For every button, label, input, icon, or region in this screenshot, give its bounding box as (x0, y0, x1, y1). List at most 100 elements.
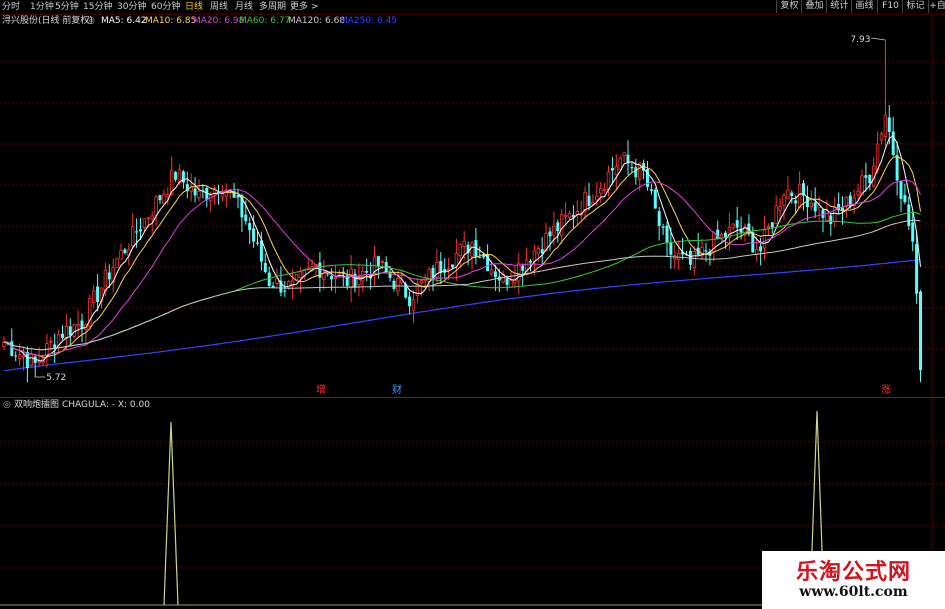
candle-body-up (197, 191, 201, 199)
candle-body-down (770, 222, 774, 228)
period-tab[interactable]: 1分钟 (30, 0, 54, 14)
candle-body-down (482, 254, 486, 258)
candle-body-up (119, 250, 123, 260)
period-tab[interactable]: 多周期 (259, 0, 286, 14)
candle-body-up (766, 226, 771, 229)
candle-body-up (614, 166, 618, 176)
indicator-spike (163, 421, 179, 606)
candle-body-up (591, 202, 595, 205)
candle-body-down (790, 192, 794, 196)
candle-body-up (778, 206, 782, 211)
candle-body-up (92, 290, 96, 304)
period-tab[interactable]: 日线 (185, 0, 203, 14)
candle-body-up (72, 324, 76, 337)
candle-body-down (521, 265, 525, 271)
candlestick-chart[interactable]: 7.93 5.72 增 财 涨 (0, 14, 945, 397)
period-toolbar: 分时 1分钟 5分钟 15分钟 30分钟 60分钟 日线 周线 月线 多周期 更多 > 复权 叠加 统计 画线… (0, 0, 945, 15)
candle-body-up (567, 212, 572, 218)
candle-body-up (532, 250, 537, 262)
candle-body-up (595, 195, 599, 201)
candle-body-down (107, 272, 111, 280)
candle-body-down (864, 175, 868, 178)
event-marker[interactable]: 增 (316, 383, 326, 396)
candle-body-down (653, 189, 657, 209)
candle-body-down (14, 355, 18, 357)
candle-body-down (759, 246, 763, 252)
candle-body-up (2, 341, 6, 348)
toolbar-button[interactable]: 画线 (851, 0, 877, 13)
candle-body-up (489, 269, 494, 275)
candle-body-up (150, 215, 154, 220)
candle-body-down (661, 226, 665, 228)
toolbar-button[interactable]: F10 (877, 0, 903, 13)
period-tab[interactable]: 更多 (290, 0, 308, 14)
more-arrow-icon[interactable]: > (311, 0, 319, 14)
candle-body-down (267, 272, 271, 286)
candle-body-up (21, 355, 26, 358)
candle-body-down (353, 273, 357, 288)
event-marker[interactable]: 涨 (881, 384, 891, 396)
period-tab[interactable]: 30分钟 (117, 0, 146, 14)
period-tab[interactable]: 5分钟 (55, 0, 79, 14)
candle-body-down (911, 222, 915, 242)
high-pointer-line (871, 37, 886, 41)
candle-body-up (49, 340, 53, 343)
candle-body-down (68, 326, 72, 336)
candle-body-up (349, 268, 353, 289)
candle-body-down (283, 290, 287, 292)
candle-body-up (606, 171, 611, 190)
candle-body-up (130, 226, 135, 247)
candle-body-down (556, 222, 560, 232)
corner-button[interactable]: +自 (928, 0, 945, 13)
candle-body-up (560, 214, 564, 236)
candle-body-down (587, 195, 591, 206)
candle-body-down (330, 276, 334, 280)
candle-body-down (96, 286, 100, 302)
candle-body-down (256, 242, 259, 244)
candle-body-down (704, 250, 708, 252)
candle-body-up (883, 114, 888, 137)
candle-body-up (618, 157, 622, 170)
event-marker[interactable]: 财 (392, 383, 402, 396)
period-tab[interactable]: 月线 (235, 0, 253, 14)
toolbar-button[interactable]: 统计 (826, 0, 852, 13)
candle-body-up (76, 324, 80, 327)
candle-body-down (365, 270, 369, 273)
candle-body-up (396, 278, 400, 292)
candle-body-up (563, 214, 568, 217)
candle-body-down (248, 223, 252, 231)
candle-body-down (735, 220, 739, 228)
period-tab[interactable]: 分时 (2, 0, 20, 14)
period-tab[interactable]: 周线 (210, 0, 228, 14)
candle-body-down (907, 204, 911, 226)
toolbar-button[interactable]: 复权 (776, 0, 802, 13)
candle-body-up (337, 272, 342, 275)
candle-body-down (478, 256, 482, 258)
period-tab[interactable]: 15分钟 (83, 0, 112, 14)
candle-body-down (829, 215, 833, 225)
candle-body-down (669, 242, 673, 255)
candle-body-down (505, 278, 509, 285)
candle-body-down (451, 264, 454, 268)
candle-body-down (174, 172, 178, 180)
candle-body-down (392, 280, 396, 289)
candle-body-down (630, 167, 634, 169)
period-tab[interactable]: 60分钟 (151, 0, 180, 14)
candle-body-down (895, 155, 899, 181)
candle-body-up (860, 175, 864, 196)
candle-body-up (361, 271, 365, 282)
candle-body-up (446, 268, 451, 271)
candle-body-down (135, 231, 139, 233)
candle-body-down (903, 195, 907, 203)
toolbar-button[interactable]: 标记 (902, 0, 928, 13)
candle-body-down (657, 211, 661, 226)
candle-body-up (622, 152, 626, 156)
candle-body-up (142, 218, 147, 228)
candle-body-up (298, 271, 303, 279)
low-price-label: 5.72 (46, 373, 66, 383)
candle-body-up (166, 194, 170, 198)
candle-body-up (536, 248, 540, 255)
candle-body-up (797, 184, 802, 209)
candle-body-up (762, 229, 767, 249)
toolbar-button[interactable]: 叠加 (801, 0, 827, 13)
